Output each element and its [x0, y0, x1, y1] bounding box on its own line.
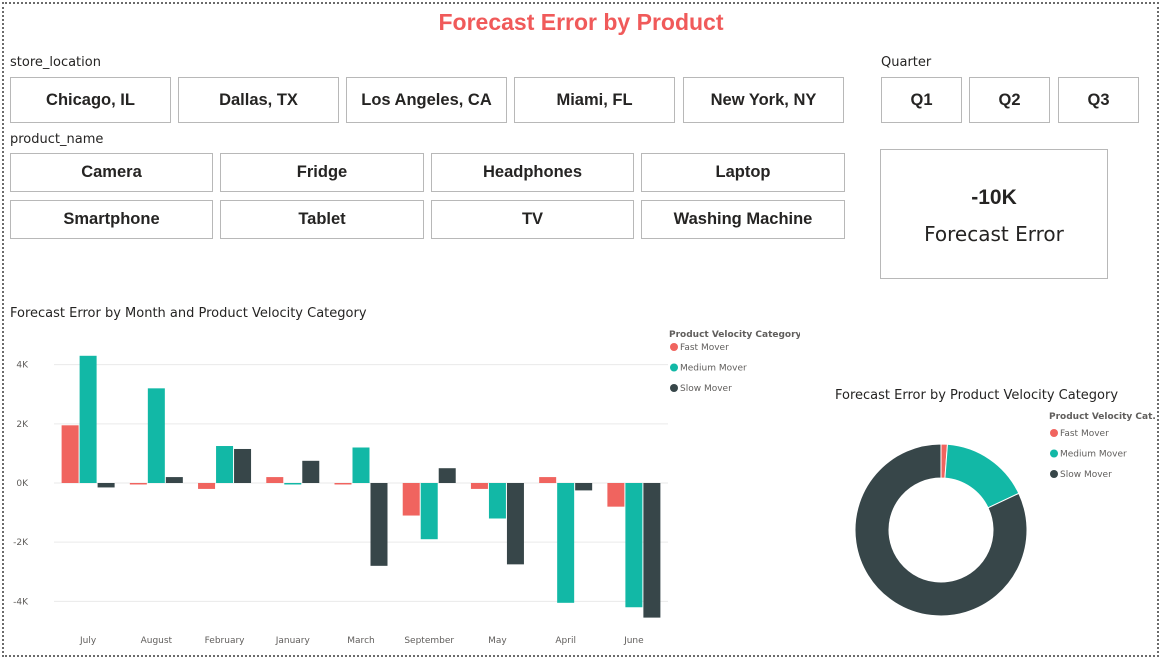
bar-fast-mover-may[interactable]: [470, 483, 488, 489]
bar-medium-mover-september[interactable]: [420, 483, 438, 540]
forecast-error-value: -10K: [971, 186, 1017, 209]
bar-fast-mover-august[interactable]: [129, 483, 147, 485]
y-tick-label: -4K: [13, 597, 29, 607]
legend-marker-slow-mover: [670, 384, 678, 392]
bar-medium-mover-february[interactable]: [216, 446, 234, 483]
donut-legend-item-fast-mover[interactable]: Fast Mover: [1060, 429, 1109, 439]
bar-slow-mover-august[interactable]: [165, 477, 183, 483]
quarter-option-q2[interactable]: Q2: [969, 77, 1050, 123]
product-option-smartphone[interactable]: Smartphone: [10, 200, 213, 239]
bar-fast-mover-june[interactable]: [607, 483, 625, 507]
bar-fast-mover-july[interactable]: [61, 425, 79, 483]
x-tick-label: September: [404, 636, 454, 646]
bar-slow-mover-april[interactable]: [575, 483, 593, 491]
bar-medium-mover-june[interactable]: [625, 483, 643, 608]
legend-item-medium-mover[interactable]: Medium Mover: [680, 364, 747, 374]
donut-legend-item-medium-mover[interactable]: Medium Mover: [1060, 450, 1127, 460]
forecast-error-card[interactable]: -10K Forecast Error: [880, 149, 1108, 279]
donut-chart[interactable]: Product Velocity Cat... Fast Mover Medium …: [835, 405, 1155, 655]
x-tick-label: January: [275, 636, 311, 646]
quarter-option-q1[interactable]: Q1: [881, 77, 962, 123]
product-option-tv[interactable]: TV: [431, 200, 634, 239]
bar-fast-mover-september[interactable]: [402, 483, 420, 516]
bar-fast-mover-february[interactable]: [198, 483, 216, 489]
store-option-chicago-il[interactable]: Chicago, IL: [10, 77, 171, 123]
product-option-camera[interactable]: Camera: [10, 153, 213, 192]
product-option-tablet[interactable]: Tablet: [220, 200, 424, 239]
bar-fast-mover-march[interactable]: [334, 483, 352, 485]
y-tick-label: 4K: [16, 361, 29, 371]
bar-medium-mover-march[interactable]: [352, 447, 370, 484]
bar-medium-mover-may[interactable]: [488, 483, 506, 519]
donut-legend-marker-slow-mover: [1050, 470, 1058, 478]
store-option-new-york-ny[interactable]: New York, NY: [683, 77, 844, 123]
donut-legend-title: Product Velocity Cat...: [1049, 412, 1155, 422]
product-option-headphones[interactable]: Headphones: [431, 153, 634, 192]
bar-slow-mover-september[interactable]: [438, 468, 456, 483]
donut-legend-marker-fast-mover: [1050, 429, 1058, 437]
x-tick-label: July: [79, 636, 97, 646]
report-title: Forecast Error by Product: [438, 9, 724, 35]
store-option-miami-fl[interactable]: Miami, FL: [514, 77, 675, 123]
product-option-washing-machine[interactable]: Washing Machine: [641, 200, 845, 239]
legend-item-fast-mover[interactable]: Fast Mover: [680, 343, 729, 353]
bar-medium-mover-january[interactable]: [284, 483, 302, 485]
quarter-option-q3[interactable]: Q3: [1058, 77, 1139, 123]
legend-marker-medium-mover: [670, 363, 678, 372]
bar-slow-mover-march[interactable]: [370, 483, 388, 566]
x-tick-label: February: [205, 636, 246, 646]
donut-legend-item-slow-mover[interactable]: Slow Mover: [1060, 470, 1112, 480]
bar-fast-mover-january[interactable]: [266, 477, 284, 483]
store-location-slicer-label: store_location: [10, 55, 101, 70]
legend-marker-fast-mover: [670, 343, 678, 351]
bar-slow-mover-june[interactable]: [643, 483, 661, 618]
legend-item-slow-mover[interactable]: Slow Mover: [680, 384, 732, 394]
bar-slow-mover-may[interactable]: [506, 483, 524, 565]
quarter-slicer-label: Quarter: [881, 55, 932, 70]
bar-slow-mover-february[interactable]: [234, 448, 252, 483]
y-tick-label: -2K: [13, 538, 29, 548]
x-tick-label: April: [555, 636, 576, 646]
bar-medium-mover-april[interactable]: [557, 483, 575, 603]
forecast-error-label: Forecast Error: [924, 222, 1064, 246]
donut-legend-marker-medium-mover: [1050, 449, 1058, 458]
bar-chart-title: Forecast Error by Month and Product Velo…: [10, 306, 367, 321]
x-tick-label: June: [623, 636, 644, 646]
bar-chart[interactable]: -4K -2K 0K 2K 4K July August February January Mar…: [0, 323, 800, 653]
bar-slow-mover-july[interactable]: [97, 483, 115, 488]
product-name-slicer-label: product_name: [10, 132, 104, 147]
x-tick-label: August: [141, 636, 173, 646]
product-option-laptop[interactable]: Laptop: [641, 153, 845, 192]
bar-medium-mover-august[interactable]: [147, 388, 165, 483]
donut-chart-title: Forecast Error by Product Velocity Categ…: [835, 388, 1119, 403]
y-tick-label: 0K: [16, 479, 29, 489]
bar-fast-mover-april[interactable]: [539, 477, 557, 483]
bar-medium-mover-july[interactable]: [79, 355, 97, 483]
x-tick-label: May: [488, 636, 507, 646]
x-tick-label: March: [347, 636, 374, 646]
bar-legend-title: Product Velocity Category: [669, 330, 800, 340]
store-option-dallas-tx[interactable]: Dallas, TX: [178, 77, 339, 123]
bar-slow-mover-january[interactable]: [302, 460, 320, 483]
store-option-los-angeles-ca[interactable]: Los Angeles, CA: [346, 77, 507, 123]
product-option-fridge[interactable]: Fridge: [220, 153, 424, 192]
y-tick-label: 2K: [16, 420, 29, 430]
